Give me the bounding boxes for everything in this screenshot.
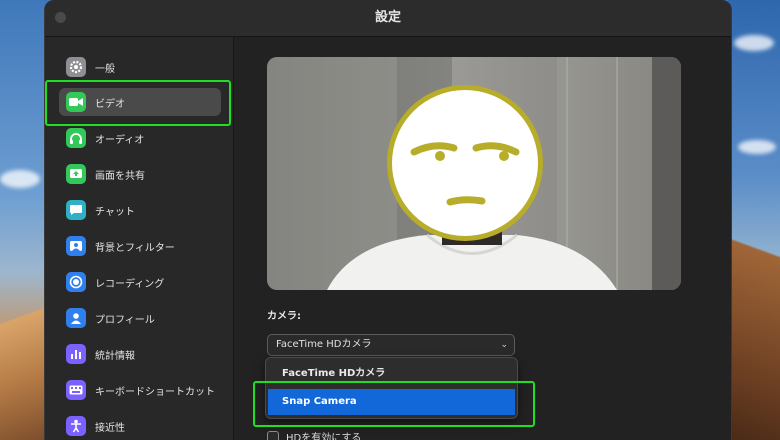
sidebar-item-label: 統計情報 <box>95 350 135 362</box>
sidebar-item-label: 画面を共有 <box>95 170 145 182</box>
record-icon <box>66 272 86 292</box>
cloud <box>734 35 774 51</box>
headphones-icon <box>66 128 86 148</box>
emoji-face-filter <box>387 85 543 241</box>
person-icon <box>66 308 86 328</box>
sidebar-item-general[interactable]: 一般 <box>59 53 221 81</box>
bar-chart-icon <box>66 344 86 364</box>
sidebar-item-label: キーボードショートカット <box>95 386 215 398</box>
sidebar-item-audio[interactable]: オーディオ <box>59 124 221 152</box>
camera-select[interactable]: FaceTime HDカメラ ⌄ <box>267 334 515 356</box>
desktop-wallpaper-right <box>728 0 780 440</box>
chat-bubble-icon <box>66 200 86 220</box>
camera-label: カメラ: <box>267 311 301 322</box>
camera-select-value: FaceTime HDカメラ <box>276 339 372 350</box>
sidebar-item-chat[interactable]: チャット <box>59 196 221 224</box>
sidebar-item-profile[interactable]: プロフィール <box>59 304 221 332</box>
hd-checkbox[interactable] <box>267 430 279 440</box>
sidebar-item-recording[interactable]: レコーディング <box>59 268 221 296</box>
sidebar-item-statistics[interactable]: 統計情報 <box>59 340 221 368</box>
background-image-icon <box>66 236 86 256</box>
sidebar-item-background-filters[interactable]: 背景とフィルター <box>59 232 221 260</box>
settings-window: 設定 一般 ビデオ オーディオ 画面を共有 チャット 背景とフィルター レコーデ… <box>44 0 732 440</box>
sidebar-item-label: オーディオ <box>95 134 145 146</box>
video-settings-panel: カメラ: FaceTime HDカメラ ⌄ FaceTime HDカメラ Sna… <box>234 37 731 440</box>
sidebar-item-label: 背景とフィルター <box>95 242 175 254</box>
highlight-box-video <box>45 80 231 126</box>
camera-preview <box>267 57 681 290</box>
highlight-box-snap-camera <box>253 381 535 427</box>
cloud <box>0 170 40 188</box>
desktop-wallpaper-left <box>0 0 44 440</box>
gear-icon <box>66 57 86 77</box>
chevron-down-icon: ⌄ <box>500 340 508 350</box>
hd-option-row[interactable]: HDを有効にする <box>267 429 361 440</box>
cloud <box>738 140 776 154</box>
sidebar-item-label: 一般 <box>95 63 115 75</box>
sidebar-item-label: レコーディング <box>95 278 165 290</box>
sidebar-item-keyboard-shortcuts[interactable]: キーボードショートカット <box>59 376 221 404</box>
hd-checkbox-label: HDを有効にする <box>286 433 362 440</box>
sidebar-item-share-screen[interactable]: 画面を共有 <box>59 160 221 188</box>
sidebar-item-accessibility[interactable]: 接近性 <box>59 412 221 440</box>
sidebar-item-label: 接近性 <box>95 422 125 434</box>
sidebar-item-label: チャット <box>95 206 135 218</box>
accessibility-icon <box>66 416 86 436</box>
title-bar: 設定 <box>45 0 731 37</box>
window-title: 設定 <box>374 10 401 25</box>
share-screen-icon <box>66 164 86 184</box>
keyboard-icon <box>66 380 86 400</box>
sidebar-item-label: プロフィール <box>95 314 155 326</box>
